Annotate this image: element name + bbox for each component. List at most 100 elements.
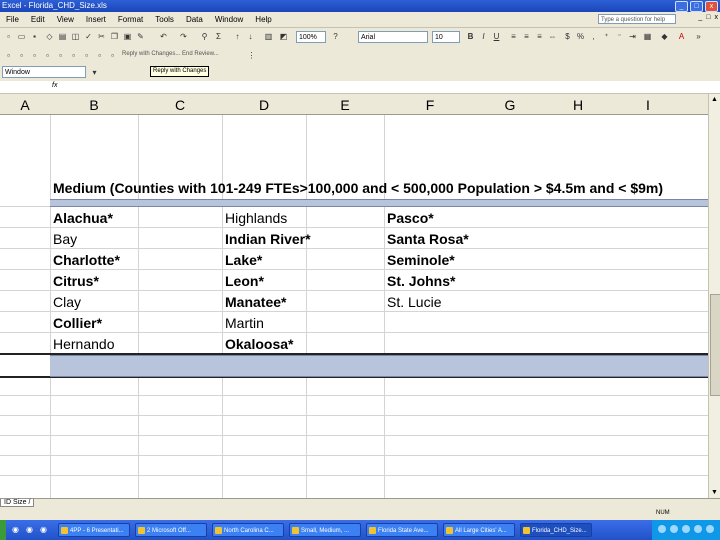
copy-icon[interactable]: ❐ [109,31,120,42]
cell-f-1[interactable]: Pasco* [387,210,434,226]
merge-center-icon[interactable]: ⇔ [547,31,558,42]
review-icon-1[interactable]: ▫ [3,50,14,61]
cell-f-2[interactable]: Santa Rosa* [387,231,469,247]
cell-f-5[interactable]: St. Lucie [387,294,441,310]
review-icon-6[interactable]: ▫ [68,50,79,61]
menu-format[interactable]: Format [112,15,149,24]
sort-descending-icon[interactable]: ↓ [245,31,256,42]
italic-icon[interactable]: I [478,31,489,42]
tray-icon[interactable] [658,525,666,533]
review-icon-4[interactable]: ▫ [42,50,53,61]
decrease-decimal-icon[interactable]: ⁻ [614,31,625,42]
cell-b-2[interactable]: Bay [53,231,77,247]
column-header-b[interactable]: B [50,97,138,113]
font-size-select[interactable]: 10 [432,31,460,43]
drawing-icon[interactable]: ◩ [278,31,289,42]
review-icon-2[interactable]: ▫ [16,50,27,61]
maximize-button[interactable]: □ [690,1,703,12]
reply-changes-text[interactable]: Reply with Changes... End Review... [122,51,219,57]
align-left-icon[interactable]: ≡ [508,31,519,42]
underline-icon[interactable]: U [491,31,502,42]
increase-decimal-icon[interactable]: ⁺ [601,31,612,42]
sort-ascending-icon[interactable]: ↑ [232,31,243,42]
indent-icon[interactable]: ⇥ [627,31,638,42]
menu-data[interactable]: Data [180,15,209,24]
cell-b-3[interactable]: Charlotte* [53,252,120,268]
print-icon[interactable]: ▤ [57,31,68,42]
sheet-heading[interactable]: Medium (Counties with 101-249 FTEs>100,0… [53,180,663,196]
tray-icon[interactable] [694,525,702,533]
chart-wizard-icon[interactable]: ▥ [263,31,274,42]
column-header-h[interactable]: H [544,97,612,113]
review-icon-9[interactable]: ▫ [107,50,118,61]
fill-color-icon[interactable]: ◆ [659,31,670,42]
font-select[interactable]: Arial [358,31,428,43]
bold-icon[interactable]: B [465,31,476,42]
cell-d-1[interactable]: Highlands [225,210,287,226]
tray-icon[interactable] [706,525,714,533]
quicklaunch-icon-2[interactable]: ◉ [24,524,35,535]
minimize-button[interactable]: _ [675,1,688,12]
close-button[interactable]: x [705,1,718,12]
cut-icon[interactable]: ✂ [96,31,107,42]
cell-d-5[interactable]: Manatee* [225,294,286,310]
menu-file[interactable]: File [0,15,25,24]
review-icon-8[interactable]: ▫ [94,50,105,61]
vertical-scrollbar[interactable]: ▲ ▼ [708,94,720,498]
hyperlink-icon[interactable]: ⚲ [199,31,210,42]
toolbar-grip-icon[interactable]: ⋮ [246,50,257,61]
cell-f-3[interactable]: Seminole* [387,252,455,268]
name-box[interactable]: Window [2,66,86,78]
namebox-dropdown-icon[interactable]: ▾ [89,67,100,78]
toolbar-options-icon[interactable]: » [693,31,704,42]
help-icon[interactable]: ? [330,31,341,42]
percent-icon[interactable]: % [575,31,586,42]
cell-d-2[interactable]: Indian River* [225,231,311,247]
column-header-c[interactable]: C [138,97,222,113]
save-icon[interactable]: ▪ [29,31,40,42]
formula-bar[interactable]: fx [0,81,720,94]
task-button-3[interactable]: North Carolina C... [212,523,284,537]
scroll-down-icon[interactable]: ▼ [711,489,718,496]
task-button-5[interactable]: Florida State Ave... [366,523,438,537]
menu-window[interactable]: Window [209,15,249,24]
currency-icon[interactable]: $ [562,31,573,42]
column-header-f[interactable]: F [384,97,476,113]
cell-b-5[interactable]: Clay [53,294,81,310]
zoom-select[interactable]: 100% [296,31,326,43]
menu-view[interactable]: View [51,15,80,24]
print-preview-icon[interactable]: ◫ [70,31,81,42]
quicklaunch-icon-1[interactable]: ◉ [10,524,21,535]
tray-icon[interactable] [682,525,690,533]
scrollbar-thumb[interactable] [710,294,720,396]
spelling-icon[interactable]: ✓ [83,31,94,42]
paste-icon[interactable]: ▣ [122,31,133,42]
menu-help[interactable]: Help [249,15,277,24]
cell-d-7[interactable]: Okaloosa* [225,336,293,352]
tray-icon[interactable] [670,525,678,533]
task-button-4[interactable]: Small, Medium, ... [289,523,361,537]
cell-b-4[interactable]: Citrus* [53,273,99,289]
cell-d-3[interactable]: Lake* [225,252,262,268]
cell-d-6[interactable]: Martin [225,315,264,331]
autosum-icon[interactable]: Σ [213,31,224,42]
align-right-icon[interactable]: ≡ [534,31,545,42]
review-icon-3[interactable]: ▫ [29,50,40,61]
task-button-1[interactable]: 4PP - 6 Presentati... [58,523,130,537]
menu-insert[interactable]: Insert [80,15,112,24]
doc-restore-button[interactable]: □ [706,14,710,21]
task-button-7[interactable]: Florida_CHD_Size... [520,523,592,537]
worksheet-grid[interactable]: Medium (Counties with 101-249 FTEs>100,0… [0,115,708,498]
redo-icon[interactable]: ↷ [178,31,189,42]
column-header-e[interactable]: E [306,97,384,113]
new-icon[interactable]: ▫ [3,31,14,42]
menu-tools[interactable]: Tools [149,15,180,24]
sheet-tab-id-size[interactable]: ID Size / [0,499,35,507]
task-button-6[interactable]: All Large Cities' A... [443,523,515,537]
format-painter-icon[interactable]: ✎ [135,31,146,42]
start-button[interactable] [0,520,6,540]
cell-b-7[interactable]: Hernando [53,336,115,352]
column-header-a[interactable]: A [0,97,50,113]
doc-minimize-button[interactable]: _ [698,14,702,21]
scroll-up-icon[interactable]: ▲ [711,96,718,103]
